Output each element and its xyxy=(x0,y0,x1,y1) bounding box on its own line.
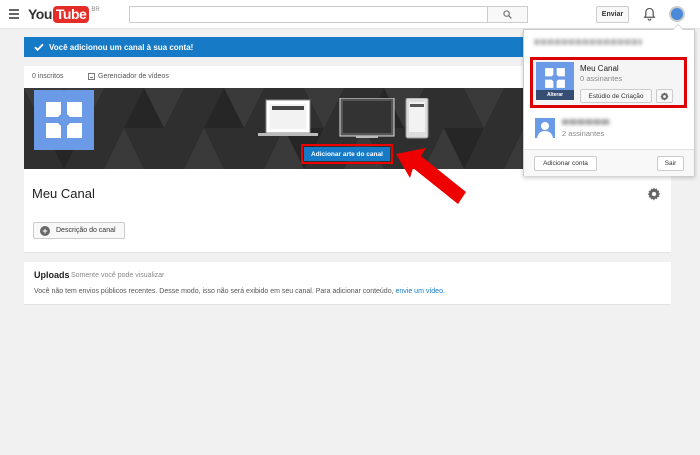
gear-icon xyxy=(660,91,669,101)
creator-studio-button[interactable]: Estúdio de Criação xyxy=(580,89,652,103)
uploads-message: Você não tem envios públicos recentes. D… xyxy=(34,288,445,295)
uploads-subtitle: Somente você pode visualizar xyxy=(71,272,165,279)
channel-title: Meu Canal xyxy=(32,186,95,201)
uploads-section: Uploads Somente você pode visualizar Voc… xyxy=(24,262,671,305)
user-icon xyxy=(537,122,553,138)
add-channel-art-button[interactable]: Adicionar arte do canal xyxy=(301,144,393,164)
search-input[interactable] xyxy=(129,6,488,23)
uploads-text: Você não tem envios públicos recentes. D… xyxy=(34,288,394,295)
bell-icon[interactable] xyxy=(643,7,656,21)
logo-region: BR xyxy=(91,7,100,13)
other-account[interactable]: 2 assinantes xyxy=(535,118,685,140)
current-account-avatar[interactable]: Alterar xyxy=(536,62,574,100)
channel-description-button[interactable]: + Descrição do canal xyxy=(33,222,125,239)
gear-icon[interactable] xyxy=(647,187,661,201)
uploads-title: Uploads xyxy=(34,270,70,280)
account-menu: Alterar Meu Canal 0 assinantes Estúdio d… xyxy=(523,24,695,176)
logo-text: You xyxy=(28,6,52,22)
menu-icon[interactable] xyxy=(9,9,19,19)
video-manager-link[interactable]: Gerenciador de vídeos xyxy=(88,73,169,80)
youtube-logo[interactable]: You Tube BR xyxy=(28,6,100,23)
search-icon xyxy=(503,10,512,19)
video-manager-label: Gerenciador de vídeos xyxy=(98,73,169,80)
devices-illustration xyxy=(258,98,429,139)
other-account-subscribers: 2 assinantes xyxy=(562,129,605,138)
current-account-subscribers: 0 assinantes xyxy=(580,74,623,83)
check-icon xyxy=(34,43,44,52)
video-manager-icon xyxy=(88,73,95,80)
banner-message: Você adicionou um canal à sua conta! xyxy=(49,42,194,52)
account-settings-button[interactable] xyxy=(656,89,673,103)
other-account-avatar xyxy=(535,118,555,138)
logo-tube-text: Tube xyxy=(52,6,90,23)
add-account-button[interactable]: Adicionar conta xyxy=(534,156,597,171)
current-account[interactable]: Alterar Meu Canal 0 assinantes Estúdio d… xyxy=(530,57,687,108)
upload-video-link[interactable]: envie um vídeo. xyxy=(396,288,445,295)
channel-avatar-icon xyxy=(46,102,82,138)
channel-avatar[interactable] xyxy=(34,90,94,150)
description-button-label: Descrição do canal xyxy=(56,227,116,234)
upload-button[interactable]: Enviar xyxy=(596,6,629,23)
other-account-name-redacted xyxy=(562,119,610,125)
account-email-redacted xyxy=(534,39,642,45)
subscriber-count: 0 inscritos xyxy=(32,73,64,80)
change-avatar-label[interactable]: Alterar xyxy=(536,90,574,100)
current-account-avatar-icon xyxy=(545,68,565,88)
red-arrow-annotation xyxy=(396,148,466,204)
logout-button[interactable]: Sair xyxy=(657,156,684,171)
account-avatar[interactable] xyxy=(669,6,685,22)
top-bar: You Tube BR Enviar xyxy=(0,0,700,29)
account-menu-footer: Adicionar conta Sair xyxy=(524,150,694,176)
plus-icon: + xyxy=(40,226,50,236)
current-account-name: Meu Canal xyxy=(580,64,619,73)
search-button[interactable] xyxy=(487,6,528,23)
